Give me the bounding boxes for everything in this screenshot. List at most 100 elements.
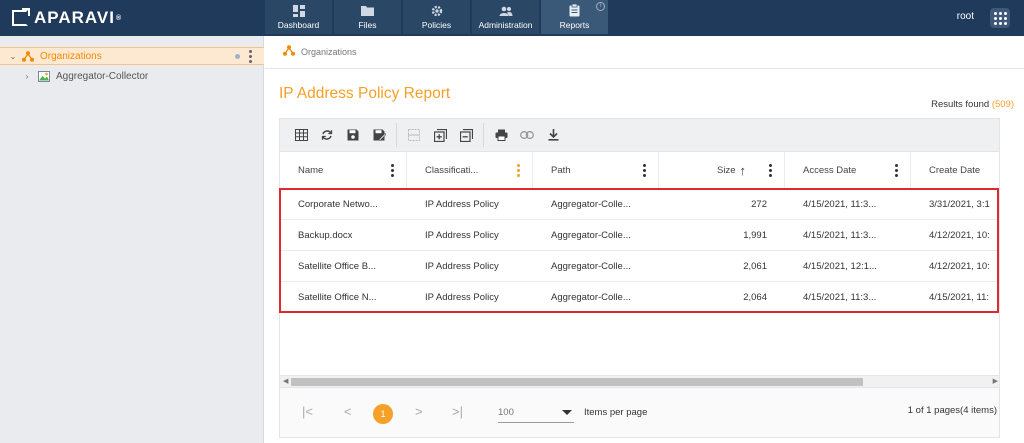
- last-page-icon[interactable]: >|: [452, 404, 463, 419]
- cell-size: 2,064: [743, 292, 767, 303]
- cell-classification: IP Address Policy: [425, 292, 499, 303]
- first-page-icon[interactable]: |<: [302, 404, 313, 419]
- breadcrumb: Organizations: [283, 45, 357, 58]
- nav-reports-label: Reports: [559, 19, 590, 30]
- apps-grid-icon[interactable]: [990, 8, 1010, 28]
- column-header-create-date[interactable]: Create Date: [911, 152, 999, 189]
- table-row[interactable]: Satellite Office N... IP Address Policy …: [280, 282, 999, 313]
- cell-classification: IP Address Policy: [425, 261, 499, 272]
- nav-dashboard[interactable]: Dashboard: [265, 0, 332, 34]
- print-icon[interactable]: [488, 123, 514, 147]
- column-menu-icon[interactable]: [517, 164, 520, 177]
- gear-icon: [431, 5, 443, 17]
- nav-reports[interactable]: Reports i: [541, 0, 608, 34]
- page-size-value: 100: [498, 407, 514, 418]
- caret-down-icon: [562, 410, 572, 415]
- scrollbar-thumb[interactable]: [291, 378, 863, 386]
- column-header-access-date[interactable]: Access Date: [785, 152, 911, 189]
- nav-policies[interactable]: Policies: [403, 0, 470, 34]
- status-dot: [235, 53, 240, 59]
- column-header-name[interactable]: Name: [280, 152, 407, 189]
- cell-create-date: 4/12/2021, 10:: [929, 261, 990, 272]
- clipboard-icon: [569, 4, 580, 17]
- cell-path: Aggregator-Colle...: [551, 230, 631, 241]
- column-menu-icon[interactable]: [643, 164, 646, 177]
- refresh-icon[interactable]: [314, 123, 340, 147]
- save-icon[interactable]: [340, 123, 366, 147]
- scroll-right-icon[interactable]: ▶: [993, 377, 998, 385]
- breadcrumb-label[interactable]: Organizations: [301, 47, 357, 57]
- cell-path: Aggregator-Colle...: [551, 199, 631, 210]
- cell-access-date: 4/15/2021, 11:3...: [803, 292, 877, 303]
- current-page[interactable]: 1: [373, 404, 393, 424]
- chevron-right-icon[interactable]: ›: [22, 72, 32, 81]
- logo-mark-icon: [12, 8, 30, 26]
- user-name[interactable]: root: [957, 11, 974, 22]
- organization-icon: [22, 50, 34, 62]
- sidebar-tree: ⌄ Organizations › Aggregator-Collector: [0, 36, 264, 443]
- cell-access-date: 4/15/2021, 11:3...: [803, 199, 877, 210]
- cell-size: 2,061: [743, 261, 767, 272]
- nav-dashboard-label: Dashboard: [277, 19, 320, 30]
- remove-from-collection-icon[interactable]: [453, 123, 479, 147]
- results-count: (509): [991, 99, 1014, 110]
- column-header-classification[interactable]: Classificati...: [407, 152, 533, 189]
- cell-size: 1,991: [743, 230, 767, 241]
- report-grid: Name Classificati... Path Size ↑ Access …: [279, 152, 1000, 388]
- cell-create-date: 3/31/2021, 3:1: [929, 199, 990, 210]
- save-as-icon[interactable]: [366, 123, 392, 147]
- nav-files-label: Files: [358, 19, 377, 30]
- link-icon[interactable]: [514, 123, 540, 147]
- tree-item-aggregator-collector[interactable]: › Aggregator-Collector: [0, 67, 264, 85]
- main-nav: Dashboard Files Policies Administration …: [265, 0, 610, 36]
- column-menu-icon[interactable]: [895, 164, 898, 177]
- column-menu-icon[interactable]: [769, 164, 772, 177]
- next-page-icon[interactable]: >: [415, 404, 423, 419]
- server-image-icon: [38, 70, 50, 82]
- dashboard-icon: [292, 4, 305, 17]
- nav-administration[interactable]: Administration: [472, 0, 539, 34]
- column-header-size[interactable]: Size ↑: [659, 152, 785, 189]
- add-to-collection-icon[interactable]: [427, 123, 453, 147]
- table-row[interactable]: Backup.docx IP Address Policy Aggregator…: [280, 220, 999, 251]
- tree-item-label: Organizations: [40, 50, 102, 62]
- cell-classification: IP Address Policy: [425, 199, 499, 210]
- chevron-down-icon[interactable]: ⌄: [8, 52, 18, 61]
- cell-name: Satellite Office N...: [298, 292, 377, 303]
- cell-access-date: 4/15/2021, 12:1...: [803, 261, 877, 272]
- cell-name: Satellite Office B...: [298, 261, 376, 272]
- pagination: |< < 1 > >| 100 Items per page 1 of 1 pa…: [279, 388, 1000, 438]
- top-navigation-bar: APARAVI ® Dashboard Files Policies Admini…: [0, 0, 1024, 36]
- split-view-icon[interactable]: [401, 123, 427, 147]
- column-header-label: Access Date: [803, 165, 857, 176]
- page-info: 1 of 1 pages(4 items): [907, 405, 997, 416]
- sort-ascending-icon[interactable]: ↑: [740, 163, 747, 178]
- column-header-path[interactable]: Path: [533, 152, 659, 189]
- cell-access-date: 4/15/2021, 11:3...: [803, 230, 877, 241]
- folder-icon: [361, 5, 374, 17]
- previous-page-icon[interactable]: <: [344, 404, 352, 419]
- cell-name: Corporate Netwo...: [298, 199, 378, 210]
- horizontal-scrollbar[interactable]: ◀ ▶: [280, 375, 999, 387]
- info-icon[interactable]: i: [596, 2, 605, 11]
- cell-path: Aggregator-Colle...: [551, 261, 631, 272]
- users-icon: [499, 5, 513, 17]
- table-icon[interactable]: [288, 123, 314, 147]
- table-row[interactable]: Satellite Office B... IP Address Policy …: [280, 251, 999, 282]
- nav-administration-label: Administration: [478, 19, 533, 30]
- column-menu-icon[interactable]: [391, 164, 394, 177]
- column-header-label: Path: [551, 165, 571, 176]
- tree-item-organizations[interactable]: ⌄ Organizations: [0, 47, 264, 65]
- results-label: Results found: [931, 99, 990, 110]
- nav-files[interactable]: Files: [334, 0, 401, 34]
- column-header-label: Size: [717, 165, 736, 176]
- table-row[interactable]: Corporate Netwo... IP Address Policy Agg…: [280, 189, 999, 220]
- download-icon[interactable]: [540, 123, 566, 147]
- more-options-icon[interactable]: [249, 49, 252, 63]
- aparavi-logo[interactable]: APARAVI ®: [12, 8, 122, 28]
- page-title: IP Address Policy Report: [279, 85, 451, 102]
- scroll-left-icon[interactable]: ◀: [283, 377, 288, 385]
- page-size-select[interactable]: 100: [498, 407, 574, 423]
- toolbar-separator: [396, 123, 397, 147]
- cell-size: 272: [751, 199, 767, 210]
